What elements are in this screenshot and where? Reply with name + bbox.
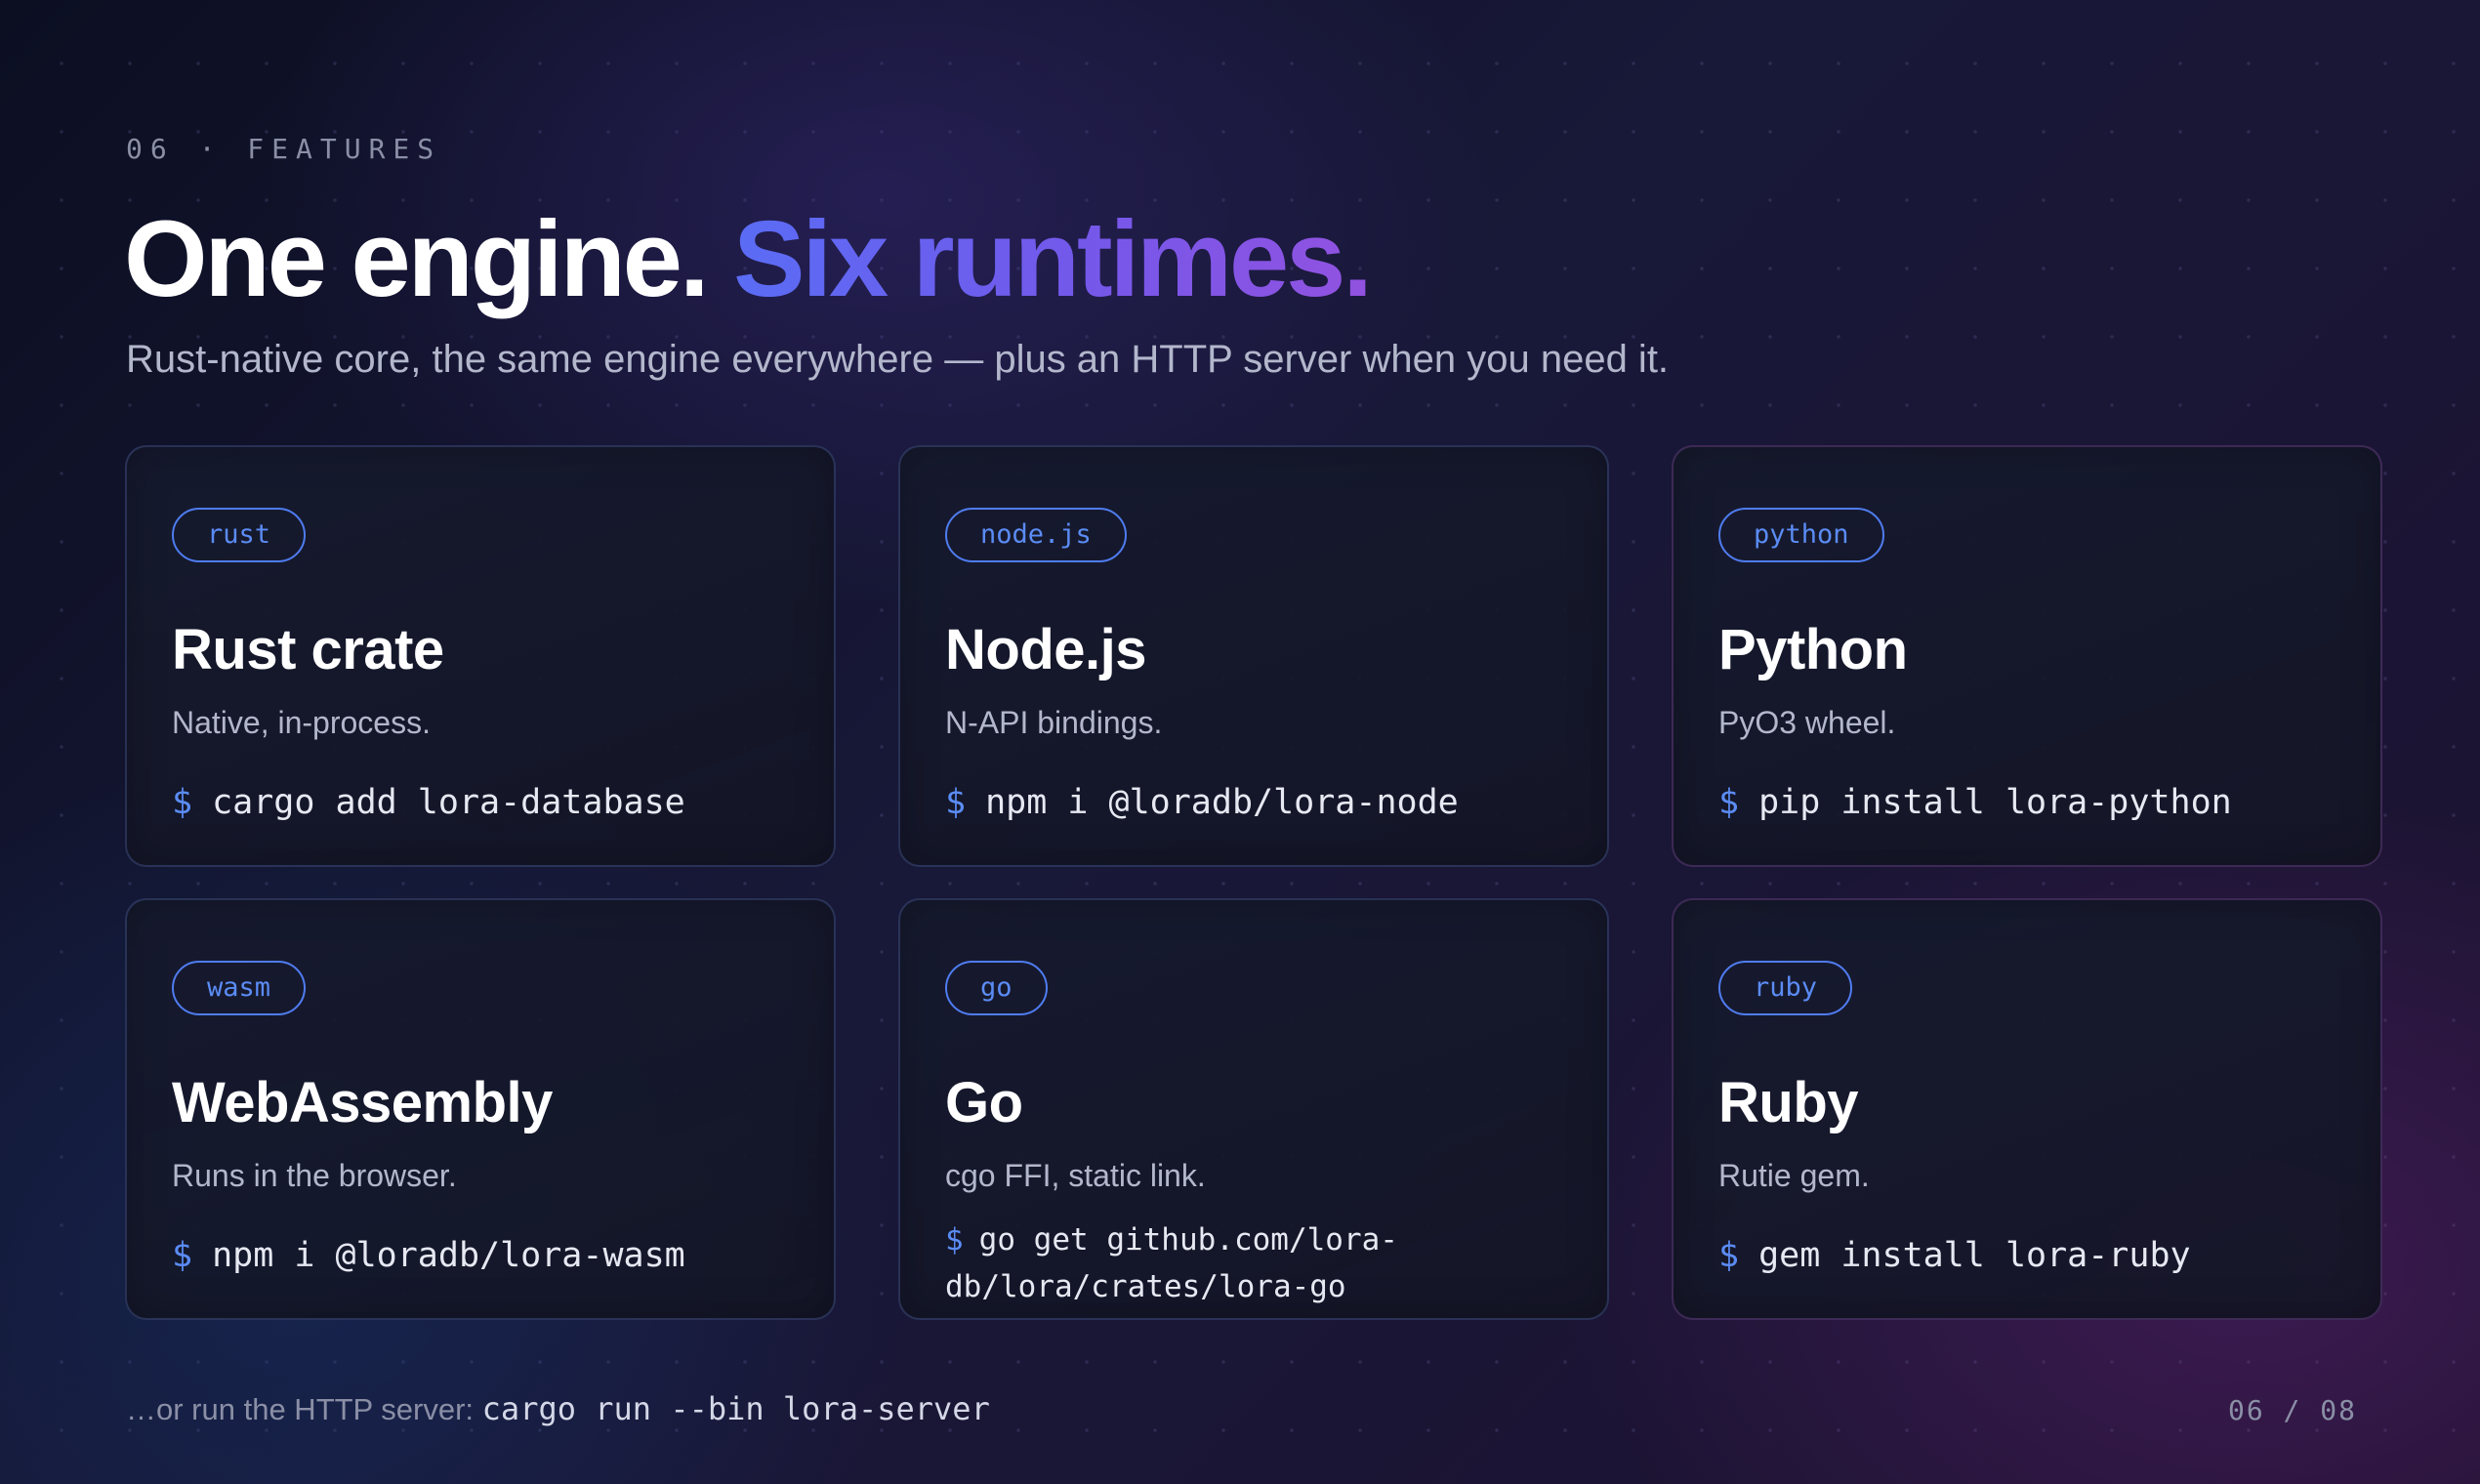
runtime-title: WebAssembly — [172, 1071, 553, 1134]
footer-label: …or run the HTTP server: — [126, 1392, 475, 1426]
prompt-symbol: $ — [172, 783, 193, 822]
runtime-title: Rust crate — [172, 618, 444, 681]
prompt-symbol: $ — [172, 1236, 193, 1275]
footer-http-server-note: …or run the HTTP server: cargo run --bin… — [126, 1390, 990, 1427]
runtime-description: N-API bindings. — [945, 705, 1163, 740]
runtime-cards-grid: rust Rust crate Native, in-process. $ car… — [125, 445, 2382, 1320]
runtime-tag: node.js — [945, 508, 1127, 562]
install-command-text: npm i @loradb/lora-wasm — [212, 1236, 685, 1275]
runtime-title: Node.js — [945, 618, 1147, 681]
runtime-description: PyO3 wheel. — [1718, 705, 1896, 740]
install-command: $ pip install lora-python — [1718, 783, 2232, 822]
runtime-title: Ruby — [1718, 1071, 1859, 1134]
runtime-title: Go — [945, 1071, 1023, 1134]
runtime-card-wasm: wasm WebAssembly Runs in the browser. $ n… — [125, 898, 836, 1320]
install-command-text: npm i @loradb/lora-node — [985, 783, 1459, 822]
prompt-symbol: $ — [945, 783, 967, 822]
runtime-tag: ruby — [1718, 961, 1853, 1015]
install-command: $ npm i @loradb/lora-node — [945, 783, 1459, 822]
install-command-text: pip install lora-python — [1758, 783, 2232, 822]
runtime-card-nodejs: node.js Node.js N-API bindings. $ npm i @… — [898, 445, 1609, 867]
page-number: 06 / 08 — [2227, 1394, 2357, 1426]
runtime-card-python: python Python PyO3 wheel. $ pip install l… — [1672, 445, 2382, 867]
runtime-tag: go — [945, 961, 1048, 1015]
runtime-card-rust: rust Rust crate Native, in-process. $ car… — [125, 445, 836, 867]
prompt-symbol: $ — [1718, 783, 1740, 822]
runtime-tag: python — [1718, 508, 1884, 562]
section-eyebrow: 06 · FEATURES — [126, 133, 442, 165]
footer-command: cargo run --bin lora-server — [481, 1390, 990, 1427]
runtime-tag: wasm — [172, 961, 307, 1015]
headline-main: One engine. — [124, 199, 710, 319]
runtime-title: Python — [1718, 618, 1908, 681]
runtime-description: Rutie gem. — [1718, 1158, 1870, 1193]
install-command: $ go get github.com/lora-db/lora/crates/l… — [945, 1216, 1492, 1310]
install-command: $ npm i @loradb/lora-wasm — [172, 1236, 685, 1275]
runtime-description: cgo FFI, static link. — [945, 1158, 1206, 1193]
install-command: $ cargo add lora-database — [172, 783, 685, 822]
page-subtitle: Rust-native core, the same engine everyw… — [126, 338, 1670, 381]
runtime-card-go: go Go cgo FFI, static link. $ go get gith… — [898, 898, 1609, 1320]
runtime-tag: rust — [172, 508, 307, 562]
runtime-description: Runs in the browser. — [172, 1158, 457, 1193]
runtime-description: Native, in-process. — [172, 705, 431, 740]
install-command: $ gem install lora-ruby — [1718, 1236, 2191, 1275]
page-title: One engine. Six runtimes. — [124, 199, 1373, 319]
prompt-symbol: $ — [1718, 1236, 1740, 1275]
install-command-text: cargo add lora-database — [212, 783, 685, 822]
runtime-card-ruby: ruby Ruby Rutie gem. $ gem install lora-r… — [1672, 898, 2382, 1320]
prompt-symbol: $ — [945, 1222, 964, 1257]
install-command-text: gem install lora-ruby — [1758, 1236, 2191, 1275]
headline-accent: Six runtimes. — [733, 199, 1373, 319]
install-command-text: go get github.com/lora-db/lora/crates/lo… — [945, 1222, 1398, 1304]
